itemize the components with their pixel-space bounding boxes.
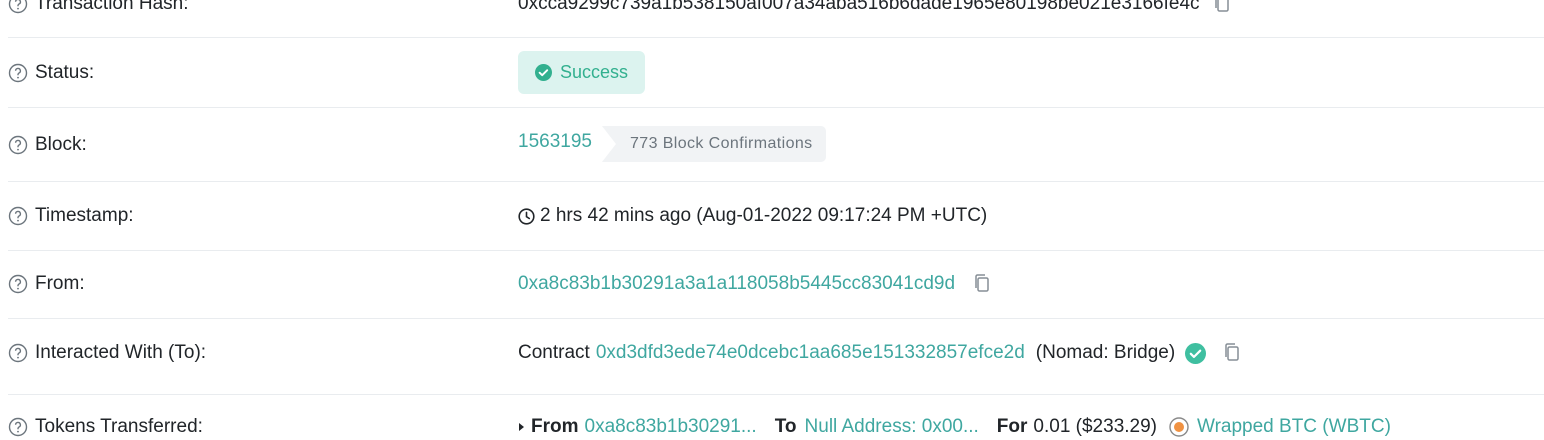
tx-hash-row: Transaction Hash: 0xcca9299c739a1b538150… [8, 0, 1544, 19]
divider [8, 181, 1544, 182]
divider [8, 394, 1544, 395]
interacted-label: Interacted With (To): [35, 342, 207, 363]
token-amount: 0.01 ($233.29) [1033, 416, 1157, 437]
help-icon[interactable] [8, 0, 28, 14]
contract-name: (Nomad: Bridge) [1035, 342, 1176, 363]
contract-prefix: Contract [518, 342, 590, 363]
timestamp-value-group: 2 hrs 42 mins ago (Aug-01-2022 09:17:24 … [518, 205, 987, 227]
interacted-value-group: Contract 0xd3dfd3ede74e0dcebc1aa685e1513… [518, 342, 1242, 364]
check-circle-icon [535, 64, 552, 81]
caret-right-icon [518, 422, 525, 432]
status-label: Status: [35, 62, 95, 83]
block-value-group: 1563195 773 Block Confirmations [518, 126, 826, 162]
status-row: Status: Success [8, 51, 1544, 94]
divider [8, 318, 1544, 319]
timestamp-label: Timestamp: [35, 205, 134, 226]
block-number-link[interactable]: 1563195 [518, 131, 592, 153]
token-to-address-link[interactable]: Null Address: 0x00... [805, 416, 979, 438]
token-for-label: For [996, 416, 1028, 437]
block-label-group: Block: [8, 134, 87, 156]
from-label-group: From: [8, 273, 85, 295]
block-row: Block: 1563195 773 Block Confirmations [8, 126, 1544, 163]
verified-check-icon [1185, 342, 1207, 364]
help-icon[interactable] [8, 343, 28, 363]
status-label-group: Status: [8, 62, 94, 84]
tokens-label-group: Tokens Transferred: [8, 416, 203, 438]
wbtc-token-icon [1169, 417, 1189, 437]
token-from-address-link[interactable]: 0xa8c83b1b30291... [585, 416, 757, 438]
token-name-link[interactable]: Wrapped BTC (WBTC) [1197, 416, 1391, 438]
help-icon[interactable] [8, 417, 28, 437]
tokens-value-group: From 0xa8c83b1b30291... To Null Address:… [518, 416, 1391, 438]
from-value-group: 0xa8c83b1b30291a3a1a118058b5445cc83041cd… [518, 273, 992, 295]
tx-hash-value: 0xcca9299c739a1b538150af007a34aba516b6da… [518, 0, 1200, 14]
tx-hash-label: Transaction Hash: [35, 0, 189, 14]
interacted-with-row: Interacted With (To): Contract 0xd3dfd3e… [8, 342, 1544, 366]
divider [8, 107, 1544, 108]
copy-icon[interactable] [1212, 0, 1232, 15]
tx-hash-value-group: 0xcca9299c739a1b538150af007a34aba516b6da… [518, 0, 1232, 15]
status-text: Success [560, 62, 629, 82]
clock-icon [518, 207, 535, 225]
from-address-link[interactable]: 0xa8c83b1b30291a3a1a118058b5445cc83041cd… [518, 273, 955, 295]
from-row: From: 0xa8c83b1b30291a3a1a118058b5445cc8… [8, 273, 1544, 297]
help-icon[interactable] [8, 274, 28, 294]
from-label: From: [35, 273, 85, 294]
timestamp-value: 2 hrs 42 mins ago (Aug-01-2022 09:17:24 … [540, 205, 988, 226]
help-icon[interactable] [8, 135, 28, 155]
interacted-label-group: Interacted With (To): [8, 342, 206, 364]
divider [8, 37, 1544, 38]
token-to-label: To [774, 416, 797, 437]
copy-icon[interactable] [1222, 342, 1242, 364]
timestamp-label-group: Timestamp: [8, 205, 134, 227]
block-confirmations-badge: 773 Block Confirmations [601, 126, 826, 162]
divider [8, 250, 1544, 251]
tokens-label: Tokens Transferred: [35, 416, 203, 437]
help-icon[interactable] [8, 63, 28, 83]
token-from-label: From [531, 416, 579, 437]
status-value-group: Success [518, 51, 646, 94]
status-badge: Success [518, 51, 646, 94]
tokens-transferred-row: Tokens Transferred: From 0xa8c83b1b30291… [8, 416, 1544, 440]
copy-icon[interactable] [972, 273, 992, 295]
tx-hash-label-group: Transaction Hash: [8, 0, 188, 15]
timestamp-row: Timestamp: 2 hrs 42 mins ago (Aug-01-202… [8, 205, 1544, 229]
block-label: Block: [35, 134, 87, 155]
contract-address-link[interactable]: 0xd3dfd3ede74e0dcebc1aa685e151332857efce… [596, 342, 1025, 364]
help-icon[interactable] [8, 206, 28, 226]
